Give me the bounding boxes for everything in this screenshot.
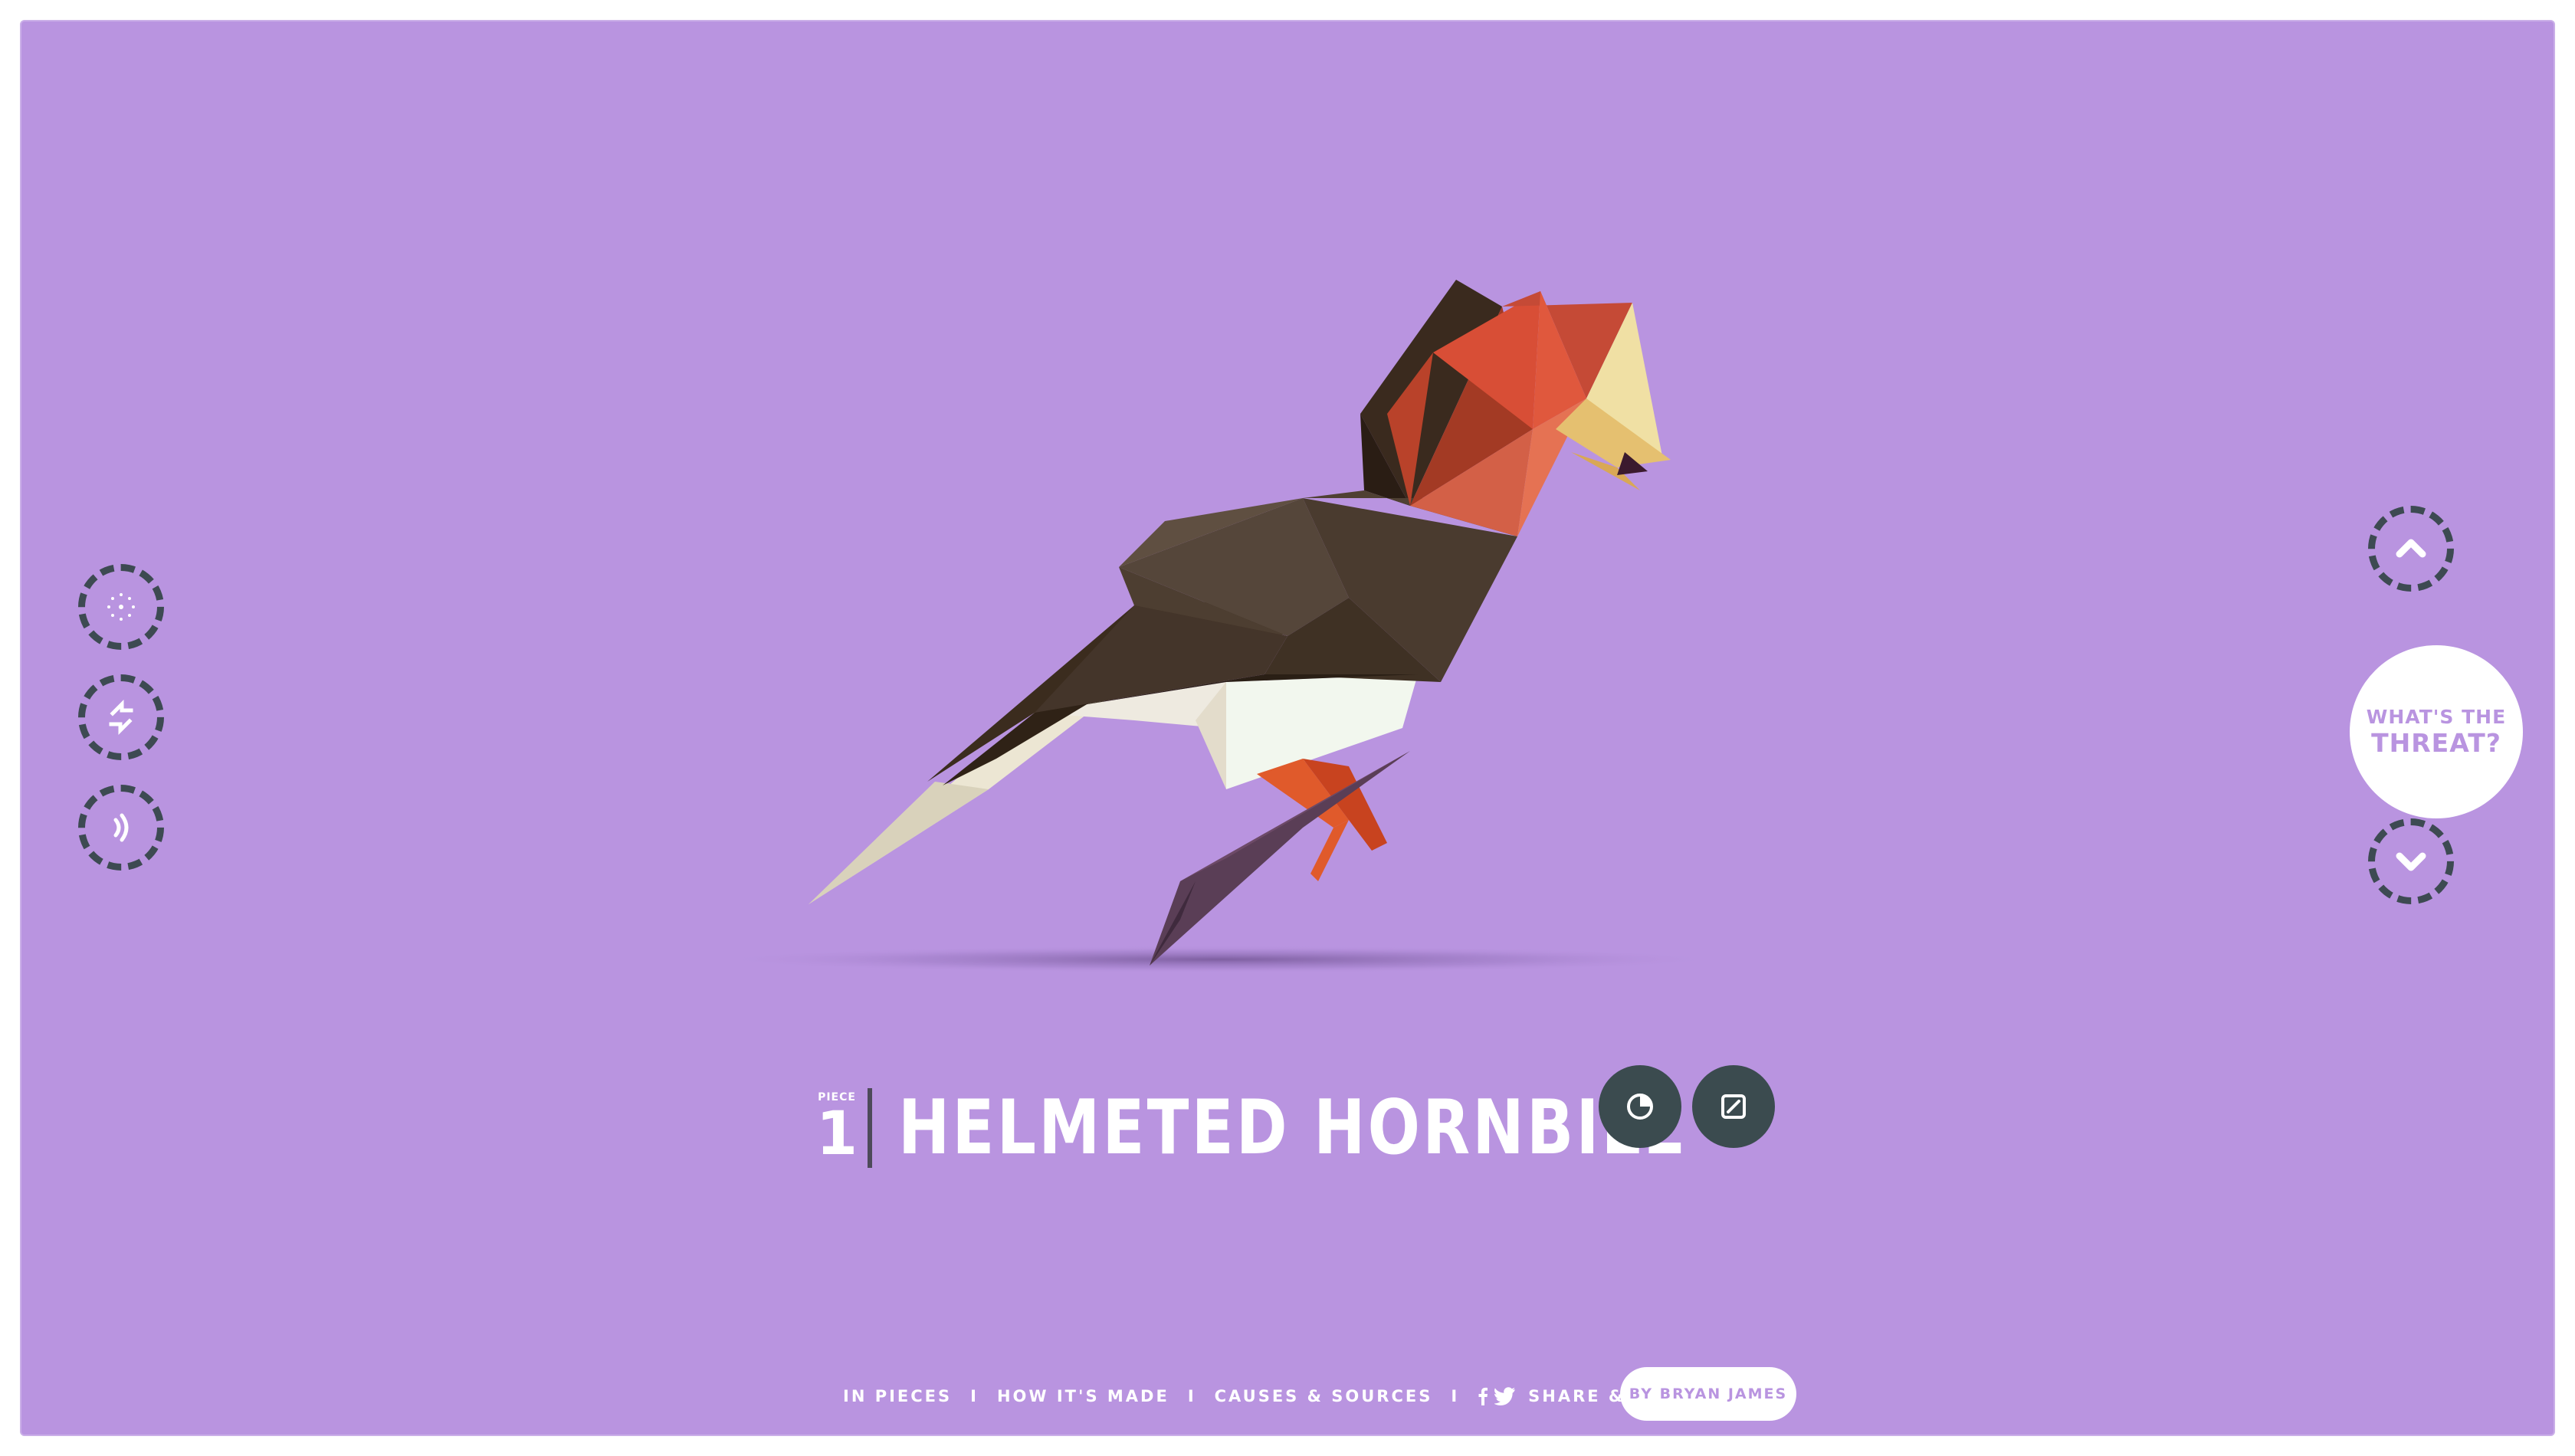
helmeted-hornbill-illustration [713,280,1724,973]
page-frame: WHAT'S THE THREAT? PIECE 1 HELMETED HORN… [0,0,2575,1456]
ground-shadow [713,946,1724,973]
